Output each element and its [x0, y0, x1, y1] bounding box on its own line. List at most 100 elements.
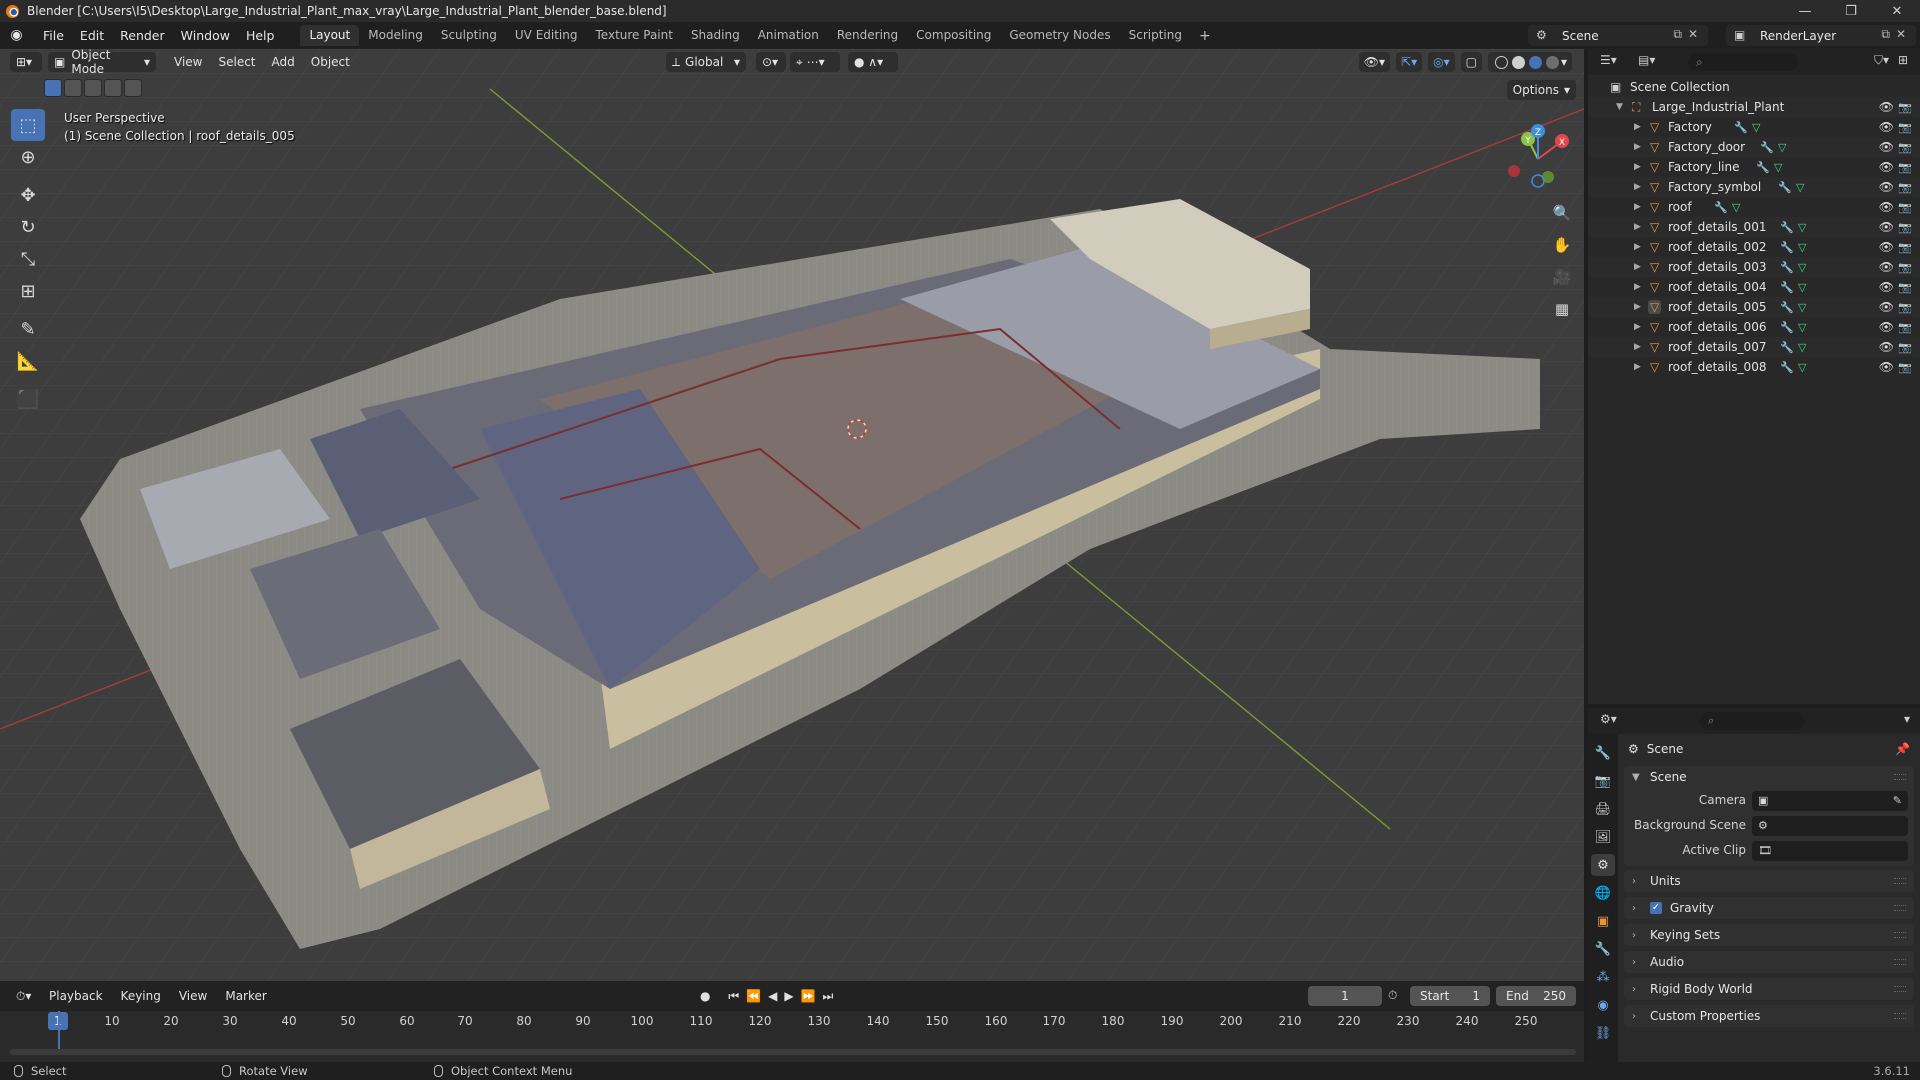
outliner-row-object[interactable]: ▶ ▽ Factory_symbol 🔧 ▽ 👁 📷 — [1588, 177, 1920, 197]
visibility-eye-icon[interactable]: 👁 — [1879, 300, 1894, 314]
stopwatch-icon[interactable]: ⏱ — [1388, 988, 1397, 1003]
menu-edit[interactable]: Edit — [72, 28, 112, 43]
scale-tool-icon[interactable]: ⤡ — [11, 243, 45, 275]
panel-grip-icon[interactable] — [1894, 959, 1906, 965]
xray-icon[interactable]: ▢ — [1460, 52, 1482, 72]
render-camera-icon[interactable]: 📷 — [1898, 101, 1912, 114]
snap-icon[interactable]: ⌖ ⋯▾ — [790, 52, 840, 72]
modifier-wrench-icon[interactable]: 🔧 — [1714, 201, 1728, 214]
wireframe-shading-icon[interactable] — [1494, 55, 1508, 69]
outliner-row-object[interactable]: ▶ ▽ roof 🔧 ▽ 👁 📷 — [1588, 197, 1920, 217]
background-scene-field[interactable]: ⚙ — [1752, 816, 1908, 836]
expand-icon[interactable]: ▶ — [1634, 142, 1641, 152]
menu-file[interactable]: File — [35, 28, 72, 43]
viewport-menu-add[interactable]: Add — [264, 52, 303, 72]
tool-tab-icon[interactable]: 🔧 — [1591, 742, 1615, 764]
modifier-wrench-icon[interactable]: 🔧 — [1756, 161, 1770, 174]
expand-icon[interactable]: ▶ — [1634, 222, 1641, 232]
expand-icon[interactable]: ▶ — [1634, 122, 1641, 132]
expand-icon[interactable]: ▶ — [1634, 362, 1641, 372]
camera-field[interactable]: ▣ ✎ — [1752, 791, 1908, 811]
panel-grip-icon[interactable] — [1894, 932, 1906, 938]
render-camera-icon[interactable]: 📷 — [1898, 281, 1912, 294]
gravity-panel[interactable]: › ✓ Gravity — [1624, 897, 1914, 919]
outliner-row-object[interactable]: ▶ ▽ Factory_door 🔧 ▽ 👁 📷 — [1588, 137, 1920, 157]
particles-tab-icon[interactable]: ⁂ — [1591, 966, 1615, 988]
play-icon[interactable]: ▶ — [784, 986, 793, 1006]
scene-tab-icon[interactable]: ⚙ — [1591, 854, 1615, 876]
tab-texture-paint[interactable]: Texture Paint — [587, 25, 682, 46]
modifier-wrench-icon[interactable]: 🔧 — [1780, 221, 1794, 234]
object-mode-dropdown[interactable]: ▣ Object Mode ▾ — [48, 49, 156, 76]
outliner-row-collection[interactable]: ▼ ⛶ Large_Industrial_Plant 👁 📷 — [1588, 97, 1920, 117]
visibility-eye-icon[interactable]: 👁 — [1879, 140, 1894, 154]
output-tab-icon[interactable]: 🖨 — [1591, 798, 1615, 820]
tab-uv-editing[interactable]: UV Editing — [506, 25, 587, 46]
render-camera-icon[interactable]: 📷 — [1898, 321, 1912, 334]
menu-window[interactable]: Window — [173, 28, 238, 43]
visibility-eye-icon[interactable]: 👁 — [1879, 260, 1894, 274]
pin-icon[interactable]: 📌 — [1895, 742, 1910, 756]
rendered-shading-icon[interactable] — [1545, 55, 1559, 69]
gizmo-neg-z[interactable] — [1531, 174, 1545, 188]
keying-sets-panel[interactable]: › Keying Sets — [1624, 924, 1914, 946]
outliner-row-object[interactable]: ▶ ▽ roof_details_002 🔧 ▽ 👁 📷 — [1588, 237, 1920, 257]
mesh-data-icon[interactable]: ▽ — [1774, 161, 1782, 174]
jump-start-icon[interactable]: ⏮ — [728, 986, 739, 1006]
properties-editor-type-icon[interactable]: ⚙▾ — [1600, 712, 1617, 726]
expand-icon[interactable]: ▶ — [1634, 282, 1641, 292]
constraints-tab-icon[interactable]: ⛓ — [1591, 1022, 1615, 1044]
gizmo-neg-x[interactable] — [1508, 165, 1520, 177]
expand-icon[interactable]: ▼ — [1616, 102, 1623, 112]
mesh-data-icon[interactable]: ▽ — [1798, 361, 1806, 374]
select-subtract-icon[interactable] — [84, 79, 102, 97]
timeline-menu-view[interactable]: View — [170, 986, 216, 1006]
timeline-ruler[interactable]: 1 10 20 30 40 50 60 70 80 90 100 110 120… — [0, 1011, 1584, 1033]
expand-icon[interactable]: ▶ — [1634, 302, 1641, 312]
chevron-down-icon[interactable]: ▾ — [1561, 55, 1567, 69]
jump-end-icon[interactable]: ⏭ — [823, 986, 834, 1006]
3d-viewport[interactable]: ⊞▾ ▣ Object Mode ▾ View Select Add Objec… — [0, 49, 1584, 981]
timeline-menu-keying[interactable]: Keying — [112, 986, 170, 1006]
close-button[interactable]: ✕ — [1874, 0, 1920, 22]
outliner-row-object[interactable]: ▶ ▽ roof_details_007 🔧 ▽ 👁 📷 — [1588, 337, 1920, 357]
proportional-edit-icon[interactable]: ● ∧▾ — [848, 52, 898, 72]
new-collection-icon[interactable]: ⊞ — [1898, 53, 1908, 67]
modifier-tab-icon[interactable]: 🔧 — [1591, 938, 1615, 960]
outliner-row-object-active[interactable]: ▶ ▽ roof_details_005 🔧 ▽ 👁 📷 — [1588, 297, 1920, 317]
properties-search-input[interactable]: ⌕ — [1700, 712, 1804, 730]
rotate-tool-icon[interactable]: ↻ — [11, 211, 45, 243]
units-panel[interactable]: › Units — [1624, 870, 1914, 892]
render-camera-icon[interactable]: 📷 — [1898, 241, 1912, 254]
select-box-tool-icon[interactable]: ⬚ — [11, 109, 45, 141]
expand-icon[interactable]: ▶ — [1634, 242, 1641, 252]
editor-type-icon[interactable]: ⊞▾ — [10, 52, 42, 72]
chevron-down-icon[interactable]: ▾ — [1904, 712, 1910, 726]
audio-panel[interactable]: › Audio — [1624, 951, 1914, 973]
timeline-body[interactable] — [0, 1011, 1584, 1062]
visibility-eye-icon[interactable]: 👁 — [1879, 100, 1894, 114]
timeline-menu-marker[interactable]: Marker — [216, 986, 275, 1006]
options-dropdown[interactable]: Options ▾ — [1506, 80, 1576, 100]
custom-properties-panel[interactable]: › Custom Properties — [1624, 1005, 1914, 1027]
pan-hand-icon[interactable]: ✋ — [1548, 231, 1576, 259]
mesh-data-icon[interactable]: ▽ — [1778, 141, 1786, 154]
active-clip-field[interactable]: 🎞 — [1752, 841, 1908, 861]
timeline-scrollbar[interactable] — [10, 1049, 1576, 1055]
select-new-icon[interactable] — [44, 79, 62, 97]
render-camera-icon[interactable]: 📷 — [1898, 341, 1912, 354]
eyedropper-icon[interactable]: ✎ — [1893, 794, 1902, 807]
mesh-data-icon[interactable]: ▽ — [1796, 181, 1804, 194]
tab-shading[interactable]: Shading — [682, 25, 749, 46]
tab-scripting[interactable]: Scripting — [1120, 25, 1191, 46]
overlays-icon[interactable]: ◎▾ — [1428, 52, 1455, 72]
render-layer-buttons-icon[interactable]: ⧉✕ — [1881, 27, 1912, 42]
transform-tool-icon[interactable]: ⊞ — [11, 275, 45, 307]
render-camera-icon[interactable]: 📷 — [1898, 141, 1912, 154]
visibility-eye-icon[interactable]: 👁 — [1879, 160, 1894, 174]
viewport-scene[interactable] — [0, 49, 1584, 981]
tab-layout[interactable]: Layout — [300, 25, 360, 46]
scene-panel-header[interactable]: ▼ Scene — [1624, 766, 1914, 788]
mesh-data-icon[interactable]: ▽ — [1798, 341, 1806, 354]
tab-sculpting[interactable]: Sculpting — [432, 25, 506, 46]
